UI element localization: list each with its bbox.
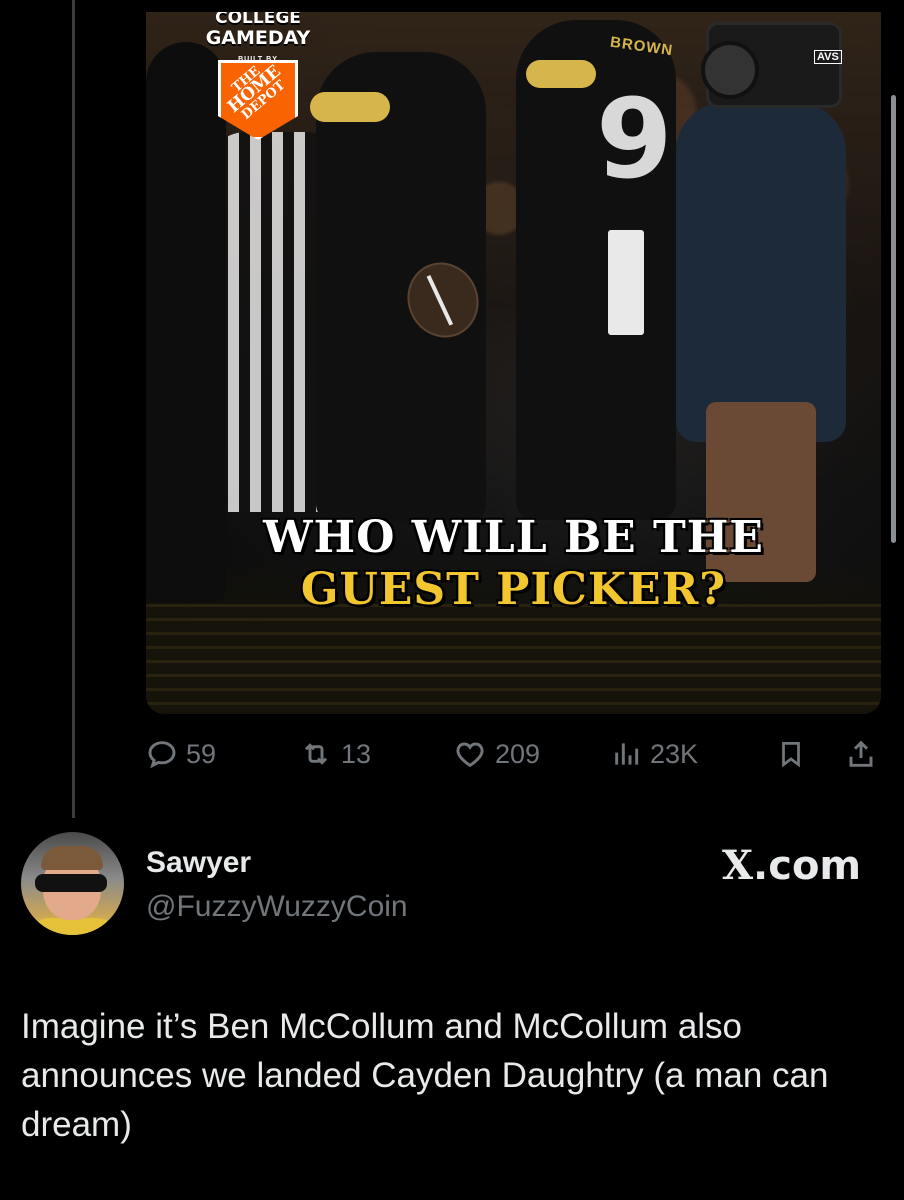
- thread-connector-line: [72, 0, 75, 818]
- logo-line-gameday: GAMEDAY: [205, 27, 311, 49]
- post-media-image[interactable]: AVS BROWN 9 COLLEGE GAMEDAY BUILT BY THE…: [146, 12, 881, 714]
- share-button[interactable]: [845, 732, 877, 776]
- headline-line-1: WHO WILL BE THE: [263, 512, 764, 563]
- sunglasses-icon: [35, 874, 107, 892]
- college-gameday-logo: COLLEGE GAMEDAY BUILT BY THE HOME DEPOT: [188, 12, 328, 140]
- jersey-number: 9: [596, 75, 673, 203]
- graphic-headline: WHO WILL BE THE GUEST PICKER?: [146, 512, 881, 616]
- view-count: 23K: [650, 738, 699, 769]
- x-logo-icon: X: [722, 842, 754, 889]
- bookmark-icon: [782, 742, 800, 768]
- like-count: 209: [495, 738, 541, 769]
- logo-line-college: COLLEGE: [215, 12, 301, 28]
- post-text: Imagine it’s Ben McCollum and McCollum a…: [21, 1007, 829, 1144]
- camera-operator-figure: [676, 102, 846, 582]
- camera-figure: [701, 22, 842, 108]
- post-action-bar: 59 13 209 23K: [146, 732, 886, 776]
- avatar[interactable]: [21, 832, 124, 935]
- reply-button[interactable]: 59: [146, 732, 216, 776]
- bookmark-button[interactable]: [776, 732, 806, 776]
- share-icon: [849, 740, 873, 767]
- like-icon: [456, 742, 484, 768]
- views-button[interactable]: 23K: [610, 732, 698, 776]
- like-button[interactable]: 209: [453, 732, 540, 776]
- source-suffix: .com: [753, 843, 862, 889]
- player-figure-quarterback: BROWN 9: [516, 20, 676, 520]
- author-handle[interactable]: @FuzzyWuzzyCoin: [146, 890, 408, 924]
- views-icon: [615, 743, 639, 765]
- source-watermark: X.com: [722, 842, 861, 889]
- repost-icon: [304, 743, 328, 765]
- scrollbar[interactable]: [891, 95, 896, 543]
- camera-brand-label: AVS: [814, 50, 842, 64]
- reply-count: 59: [186, 738, 217, 769]
- field-turf: [146, 604, 881, 714]
- author-display-name[interactable]: Sawyer: [146, 846, 251, 880]
- repost-count: 13: [341, 738, 372, 769]
- repost-button[interactable]: 13: [299, 732, 371, 776]
- towel-figure: [608, 230, 644, 335]
- reply-icon: [148, 741, 176, 769]
- headline-line-2: GUEST PICKER?: [300, 564, 727, 615]
